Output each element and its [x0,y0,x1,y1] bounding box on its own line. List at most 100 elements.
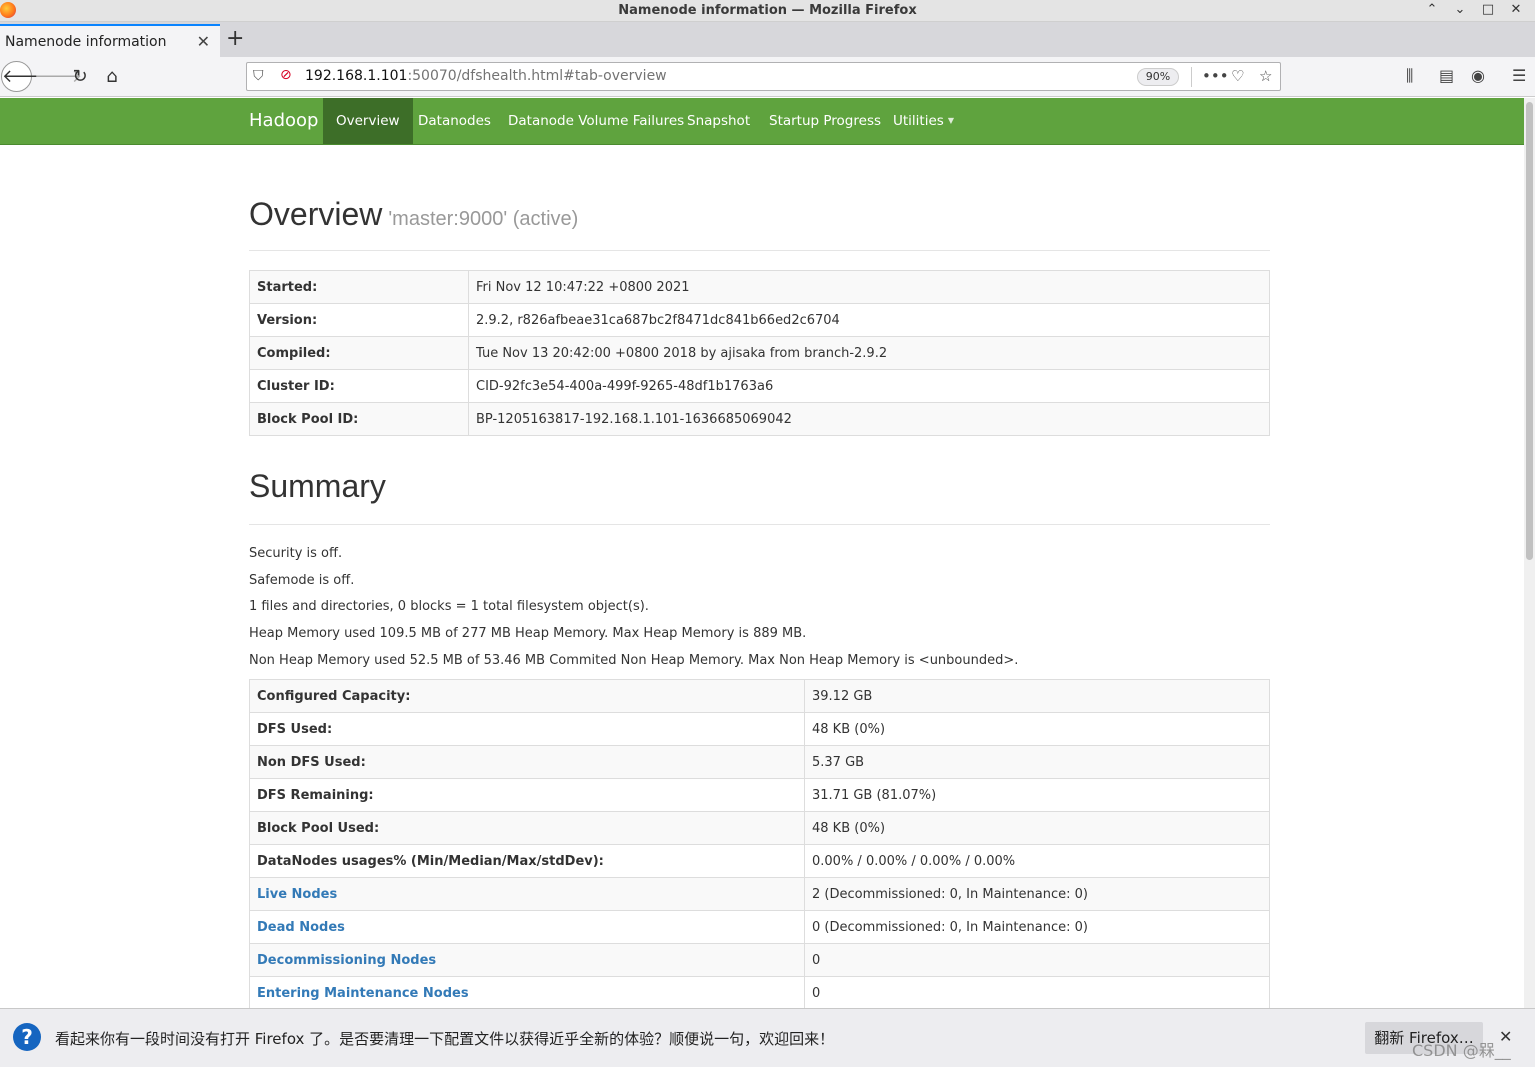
overview-divider [249,250,1270,251]
bookmark-star-icon[interactable]: ☆ [1259,67,1272,85]
row-value: 0 [804,943,1270,977]
table-row: Configured Capacity: 39.12 GB [249,679,1270,713]
summary-line: 1 files and directories, 0 blocks = 1 to… [249,599,649,614]
url-separator [1191,67,1192,87]
row-link[interactable]: Entering Maintenance Nodes [257,986,469,1001]
back-button[interactable]: 🡐 [1,61,50,92]
row-value: Fri Nov 12 10:47:22 +0800 2021 [468,270,1270,304]
new-tab-button[interactable]: + [226,28,244,50]
table-row: Version: 2.9.2, r826afbeae31ca687bc2f8471… [249,303,1270,337]
tab-close-icon[interactable]: ✕ [197,32,210,51]
row-value: CID-92fc3e54-400a-499f-9265-48df1b1763a6 [468,369,1270,403]
summary-table: Configured Capacity: 39.12 GB DFS Used: 48 … [249,679,1270,1008]
table-row: Compiled: Tue Nov 13 20:42:00 +0800 2018 … [249,336,1270,370]
table-row: Block Pool ID: BP-1205163817-192.168.1.10… [249,402,1270,436]
row-value: 48 KB (0%) [804,811,1270,845]
row-value: 48 KB (0%) [804,712,1270,746]
sidebar-icon[interactable]: ▤ [1439,66,1454,85]
notification-message: 看起来你有一段时间没有打开 Firefox 了。是否要清理一下配置文件以获得近乎… [55,1030,835,1048]
summary-line: Safemode is off. [249,573,355,588]
table-row: Dead Nodes 0 (Decommissioned: 0, In Maint… [249,910,1270,944]
row-label: Compiled: [249,336,469,370]
hadoop-brand[interactable]: Hadoop [249,110,318,131]
row-value: 5.37 GB [804,745,1270,779]
reload-button[interactable]: ↻ [66,64,94,90]
window-title: Namenode information — Mozilla Firefox [618,3,917,18]
nav-datanodes[interactable]: Datanodes [405,98,504,144]
nav-datanode-volume-failures[interactable]: Datanode Volume Failures [495,98,697,144]
row-link[interactable]: Live Nodes [257,887,337,902]
row-value: 0 (Decommissioned: 0, In Maintenance: 0) [804,910,1270,944]
url-bar[interactable]: ⛉ ⊘ 192.168.1.101:50070/dfshealth.html#t… [246,62,1281,91]
row-value: 39.12 GB [804,679,1270,713]
table-row: DFS Remaining: 31.71 GB (81.07%) [249,778,1270,812]
nav-toolbar: 🡐 🡒 ↻ ⌂ ⛉ ⊘ 192.168.1.101:50070/dfshealt… [0,57,1535,97]
summary-divider [249,524,1270,525]
row-label: Entering Maintenance Nodes [249,976,805,1008]
nav-startup-progress[interactable]: Startup Progress [756,98,894,144]
account-icon[interactable]: ◉ [1471,66,1485,85]
notification-bar: ? 看起来你有一段时间没有打开 Firefox 了。是否要清理一下配置文件以获得… [0,1008,1535,1067]
row-link[interactable]: Decommissioning Nodes [257,953,436,968]
row-label: Cluster ID: [249,369,469,403]
url-text[interactable]: 192.168.1.101:50070/dfshealth.html#tab-o… [305,68,667,84]
row-label: DataNodes usages% (Min/Median/Max/stdDev… [249,844,805,878]
row-label: Started: [249,270,469,304]
row-label: Version: [249,303,469,337]
row-label: Live Nodes [249,877,805,911]
library-icon[interactable]: ⫼ [1406,66,1413,86]
overview-heading: Overview'master:9000' (active) [249,196,579,232]
pocket-icon[interactable]: ♡ [1231,67,1244,85]
nav-snapshot[interactable]: Snapshot [674,98,763,144]
tab-strip: Namenode information ✕ + [0,22,1535,57]
zoom-level-badge[interactable]: 90% [1137,68,1179,86]
tracking-shield-icon[interactable]: ⛉ [253,68,264,84]
nav-overview[interactable]: Overview [323,98,413,144]
close-window-icon[interactable]: ✕ [1509,2,1523,17]
hadoop-navbar: Hadoop Overview Datanodes Datanode Volum… [0,98,1524,145]
overview-table: Started: Fri Nov 12 10:47:22 +0800 2021 Ve… [249,270,1270,436]
question-icon: ? [13,1023,41,1051]
row-value: 2.9.2, r826afbeae31ca687bc2f8471dc841b66… [468,303,1270,337]
table-row: DataNodes usages% (Min/Median/Max/stdDev… [249,844,1270,878]
minimize-icon[interactable]: ⌄ [1453,2,1467,17]
notification-close-icon[interactable]: ✕ [1499,1027,1512,1046]
scrollbar-thumb[interactable] [1526,102,1533,560]
watermark: CSDN @槑__ [1412,1041,1511,1060]
window-titlebar: Namenode information — Mozilla Firefox ⌃… [0,0,1535,22]
row-label: Configured Capacity: [249,679,805,713]
tab-title: Namenode information [5,34,167,50]
menu-icon[interactable]: ☰ [1512,66,1526,85]
page-actions-icon[interactable]: ••• [1202,67,1229,85]
caret-down-icon: ▼ [947,116,954,125]
home-button[interactable]: ⌂ [98,64,126,90]
browser-tab[interactable]: Namenode information ✕ [0,24,220,57]
row-value: 31.71 GB (81.07%) [804,778,1270,812]
window-up-icon[interactable]: ⌃ [1425,2,1439,17]
table-row: Cluster ID: CID-92fc3e54-400a-499f-9265-4… [249,369,1270,403]
summary-line: Security is off. [249,546,343,561]
table-row: Decommissioning Nodes 0 [249,943,1270,977]
row-value: Tue Nov 13 20:42:00 +0800 2018 by ajisak… [468,336,1270,370]
maximize-icon[interactable]: □ [1481,2,1495,17]
nav-utilities[interactable]: Utilities ▼ [880,98,967,144]
row-value: 0.00% / 0.00% / 0.00% / 0.00% [804,844,1270,878]
insecure-lock-icon[interactable]: ⊘ [280,67,292,83]
table-row: Entering Maintenance Nodes 0 [249,976,1270,1008]
page-scrollbar[interactable] [1524,98,1535,1008]
row-value: 2 (Decommissioned: 0, In Maintenance: 0) [804,877,1270,911]
table-row: Started: Fri Nov 12 10:47:22 +0800 2021 [249,270,1270,304]
row-link[interactable]: Dead Nodes [257,920,345,935]
table-row: Block Pool Used: 48 KB (0%) [249,811,1270,845]
summary-line: Non Heap Memory used 52.5 MB of 53.46 MB… [249,653,1019,668]
forward-button[interactable]: 🡒 [34,64,82,90]
page-viewport: Hadoop Overview Datanodes Datanode Volum… [0,98,1524,1008]
row-value: BP-1205163817-192.168.1.101-163668506904… [468,402,1270,436]
summary-heading: Summary [249,468,386,504]
row-label: Block Pool ID: [249,402,469,436]
row-label: DFS Remaining: [249,778,805,812]
table-row: Non DFS Used: 5.37 GB [249,745,1270,779]
row-label: Block Pool Used: [249,811,805,845]
row-label: Decommissioning Nodes [249,943,805,977]
overview-subheading: 'master:9000' (active) [388,208,579,230]
